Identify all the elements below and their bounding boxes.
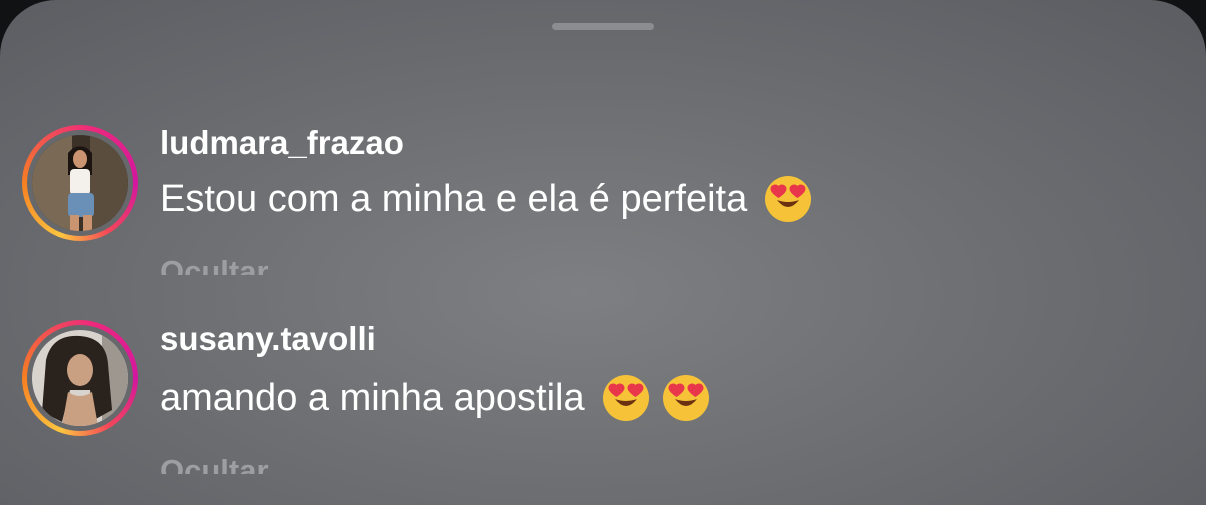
avatar-photo <box>32 135 128 231</box>
heart-eyes-emoji-icon <box>601 373 651 423</box>
comment-text-content: Estou com a minha e ela é perfeita <box>160 177 748 220</box>
comment-text-content: amando a minha apostila <box>160 376 585 419</box>
comments-sheet: ludmara_frazao Estou com a minha e ela é… <box>0 0 1206 505</box>
hide-comment-button[interactable]: Ocultar <box>160 253 269 275</box>
avatar[interactable] <box>22 320 138 436</box>
hide-comment-button[interactable]: Ocultar <box>160 452 269 474</box>
comment-username[interactable]: susany.tavolli <box>160 320 376 358</box>
comment-text: Estou com a minha e ela é perfeita <box>160 174 813 224</box>
sheet-drag-handle[interactable] <box>552 23 654 30</box>
comment-text: amando a minha apostila <box>160 373 711 423</box>
heart-eyes-emoji-icon <box>661 373 711 423</box>
heart-eyes-emoji-icon <box>763 174 813 224</box>
comment-username[interactable]: ludmara_frazao <box>160 124 404 162</box>
avatar-photo <box>32 330 128 426</box>
avatar[interactable] <box>22 125 138 241</box>
avatar-ring-gap <box>27 130 133 236</box>
avatar-ring-gap <box>27 325 133 431</box>
